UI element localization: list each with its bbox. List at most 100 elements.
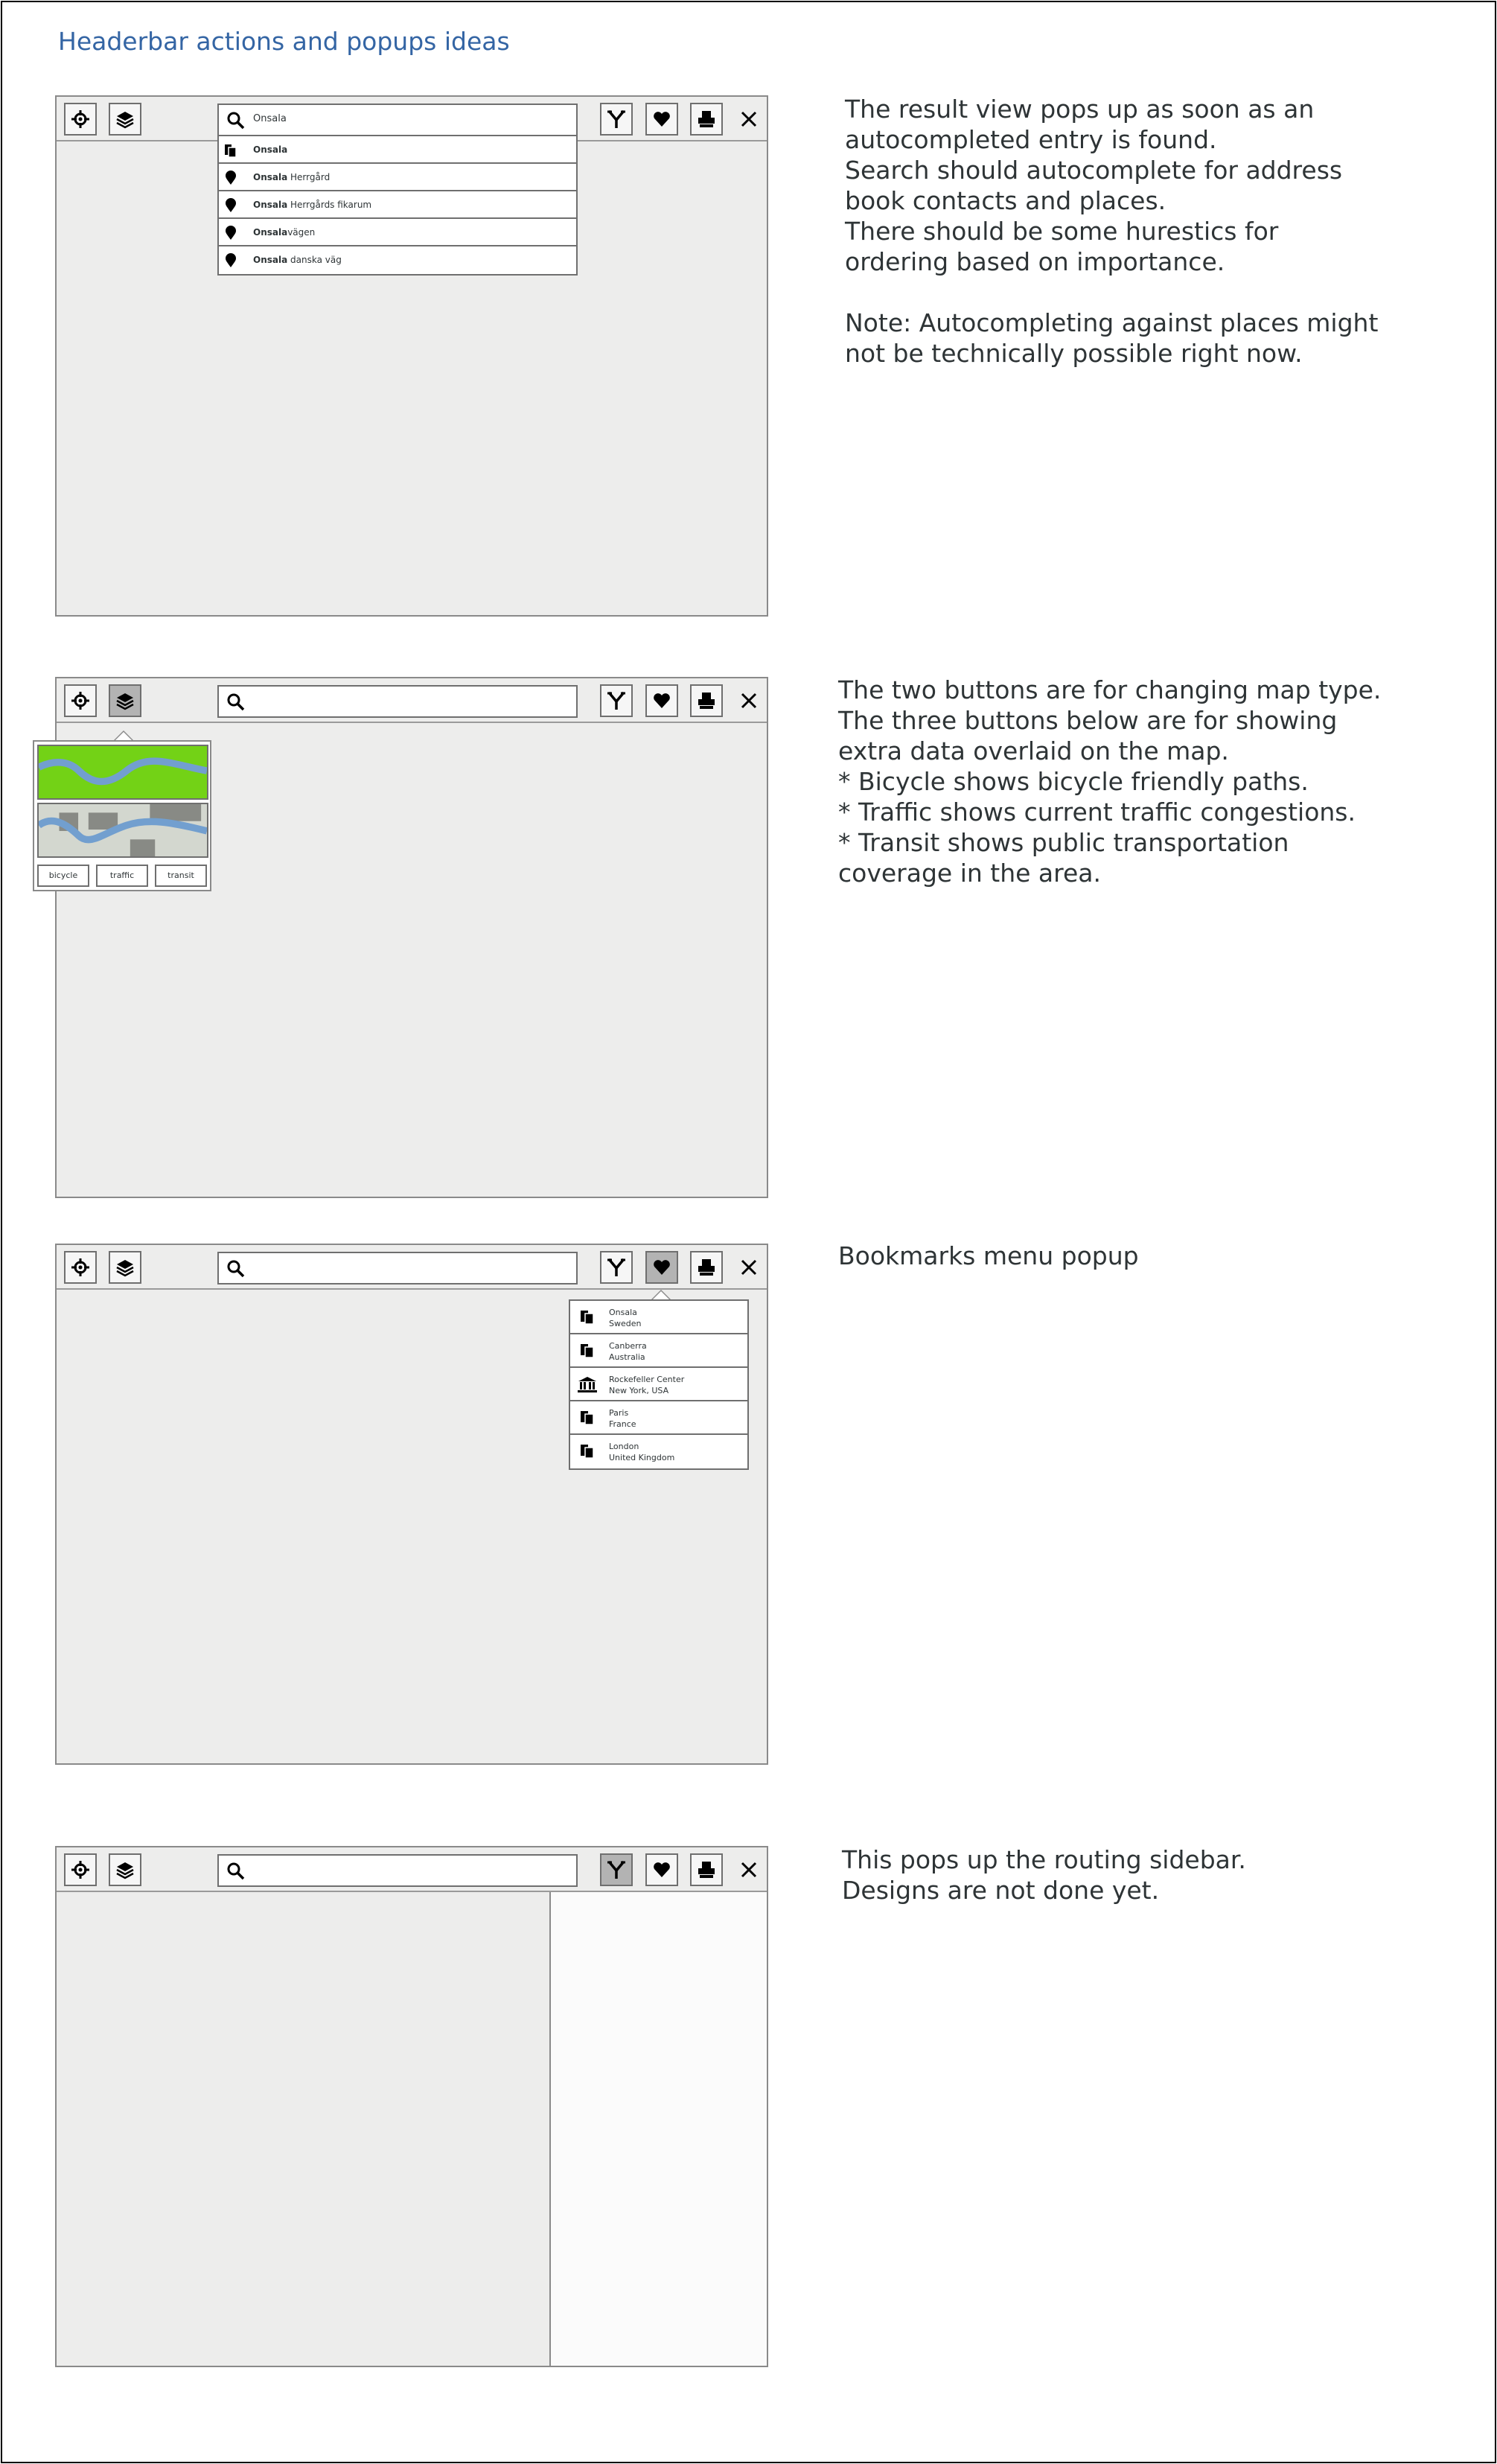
print-icon xyxy=(698,111,715,127)
satellite-map-thumbnail xyxy=(39,746,207,798)
print-button[interactable] xyxy=(690,1251,723,1284)
autocomplete-item[interactable]: Onsala Herrgårds fikarum xyxy=(219,191,576,219)
autocomplete-item[interactable]: Onsalavägen xyxy=(219,219,576,246)
layers-button[interactable] xyxy=(109,1251,141,1284)
close-icon xyxy=(741,693,757,709)
locate-button[interactable] xyxy=(64,1251,97,1284)
page-title: Headerbar actions and popups ideas xyxy=(58,27,510,56)
place-pin-icon xyxy=(226,226,236,240)
contact-icon xyxy=(581,1445,594,1459)
bookmark-item[interactable]: Onsala Sweden xyxy=(570,1301,747,1334)
print-button[interactable] xyxy=(690,103,723,136)
print-button[interactable] xyxy=(690,684,723,717)
print-icon xyxy=(698,1862,715,1878)
locate-button[interactable] xyxy=(64,1853,97,1886)
note-routing: This pops up the routing sidebar. Design… xyxy=(842,1845,1246,1905)
heart-icon xyxy=(654,693,670,708)
layers-icon xyxy=(116,1260,134,1277)
bookmark-item[interactable]: London United Kingdom xyxy=(570,1435,747,1468)
locate-button[interactable] xyxy=(64,684,97,717)
bookmark-item[interactable]: Canberra Australia xyxy=(570,1334,747,1368)
street-map-thumbnail xyxy=(39,804,207,856)
close-button[interactable] xyxy=(732,1251,765,1284)
route-icon xyxy=(607,1258,625,1276)
route-icon xyxy=(607,691,625,710)
contact-icon xyxy=(225,144,237,158)
mockup-routing xyxy=(55,1846,768,2367)
bookmarks-button[interactable] xyxy=(645,684,678,717)
route-button[interactable] xyxy=(600,1853,633,1886)
layers-button[interactable] xyxy=(109,103,141,136)
layers-icon xyxy=(116,693,134,710)
crosshair-icon xyxy=(71,110,89,128)
search-input[interactable]: Onsala xyxy=(217,104,578,136)
overlay-bicycle-button[interactable]: bicycle xyxy=(37,865,89,887)
search-icon xyxy=(227,1260,245,1278)
bookmarks-popup: Onsala Sweden Canberra Australia Rockefe… xyxy=(569,1299,749,1470)
close-button[interactable] xyxy=(732,1853,765,1886)
bookmarks-button[interactable] xyxy=(645,103,678,136)
print-icon xyxy=(698,693,715,709)
overlay-traffic-button[interactable]: traffic xyxy=(96,865,148,887)
search-icon xyxy=(227,693,245,711)
search-input[interactable] xyxy=(217,1854,578,1887)
route-button[interactable] xyxy=(600,1251,633,1284)
print-button[interactable] xyxy=(690,1853,723,1886)
crosshair-icon xyxy=(71,1861,89,1879)
place-pin-icon xyxy=(226,198,236,212)
route-button[interactable] xyxy=(600,103,633,136)
route-icon xyxy=(607,1860,625,1879)
search-icon xyxy=(227,112,245,130)
mockup-autocomplete: Onsala Onsala Onsala Herrgård Onsala Her… xyxy=(55,95,768,617)
place-pin-icon xyxy=(226,171,236,185)
print-icon xyxy=(698,1259,715,1276)
layers-icon xyxy=(116,1862,134,1879)
layers-button[interactable] xyxy=(109,684,141,717)
headerbar xyxy=(57,1847,767,1892)
bookmark-item[interactable]: Rockefeller Center New York, USA xyxy=(570,1368,747,1401)
layers-popup: bicycle traffic transit xyxy=(33,740,211,891)
bookmarks-popup-caret xyxy=(651,1290,671,1300)
map-type-satellite[interactable] xyxy=(37,745,208,800)
note-bookmarks: Bookmarks menu popup xyxy=(838,1241,1139,1270)
headerbar xyxy=(57,1245,767,1290)
close-icon xyxy=(741,111,757,127)
place-pin-icon xyxy=(226,253,236,267)
autocomplete-item[interactable]: Onsala xyxy=(219,136,576,164)
map-type-street[interactable] xyxy=(37,803,208,858)
contact-icon xyxy=(581,1411,594,1425)
headerbar xyxy=(57,678,767,723)
bookmarks-button[interactable] xyxy=(645,1251,678,1284)
search-input[interactable] xyxy=(217,685,578,718)
close-icon xyxy=(741,1259,757,1276)
note-layers: The two buttons are for changing map typ… xyxy=(838,675,1382,888)
autocomplete-item[interactable]: Onsala Herrgård xyxy=(219,164,576,191)
close-icon xyxy=(741,1862,757,1878)
bookmarks-button[interactable] xyxy=(645,1853,678,1886)
crosshair-icon xyxy=(71,692,89,710)
heart-icon xyxy=(654,112,670,127)
landmark-icon xyxy=(578,1377,597,1392)
contact-icon xyxy=(581,1311,594,1325)
bookmark-item[interactable]: Paris France xyxy=(570,1401,747,1435)
close-button[interactable] xyxy=(732,684,765,717)
route-icon xyxy=(607,109,625,128)
autocomplete-item[interactable]: Onsala danska väg xyxy=(219,246,576,274)
crosshair-icon xyxy=(71,1258,89,1276)
routing-sidebar xyxy=(549,1892,767,2366)
route-button[interactable] xyxy=(600,684,633,717)
heart-icon xyxy=(654,1260,670,1275)
overlay-transit-button[interactable]: transit xyxy=(155,865,207,887)
note-autocomplete: The result view pops up as soon as an au… xyxy=(845,95,1379,368)
close-button[interactable] xyxy=(732,103,765,136)
layers-popup-caret xyxy=(113,730,134,741)
heart-icon xyxy=(654,1862,670,1877)
layers-icon xyxy=(116,112,134,129)
search-input[interactable] xyxy=(217,1252,578,1284)
layers-button[interactable] xyxy=(109,1853,141,1886)
locate-button[interactable] xyxy=(64,103,97,136)
autocomplete-popup: Onsala Onsala Herrgård Onsala Herrgårds … xyxy=(217,135,578,276)
search-query: Onsala xyxy=(253,113,287,124)
search-icon xyxy=(227,1862,245,1880)
contact-icon xyxy=(581,1344,594,1358)
